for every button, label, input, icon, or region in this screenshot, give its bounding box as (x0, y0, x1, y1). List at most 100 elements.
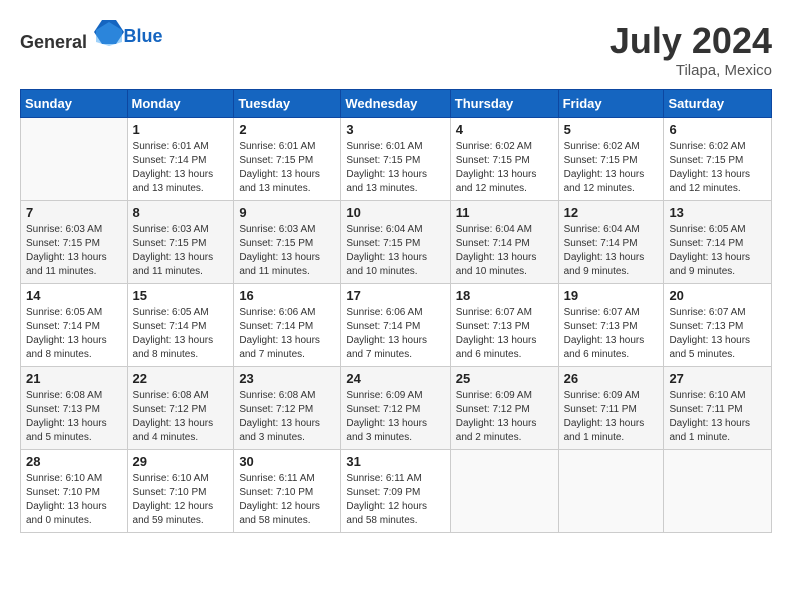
weekday-header-sunday: Sunday (21, 90, 128, 118)
calendar-week-row: 28 Sunrise: 6:10 AM Sunset: 7:10 PM Dayli… (21, 450, 772, 533)
day-info: Sunrise: 6:01 AM Sunset: 7:15 PM Dayligh… (346, 140, 444, 196)
day-info: Sunrise: 6:05 AM Sunset: 7:14 PM Dayligh… (133, 306, 229, 362)
day-info: Sunrise: 6:03 AM Sunset: 7:15 PM Dayligh… (239, 223, 335, 279)
calendar-cell: 9 Sunrise: 6:03 AM Sunset: 7:15 PM Daylig… (234, 201, 341, 284)
calendar-cell: 31 Sunrise: 6:11 AM Sunset: 7:09 PM Dayli… (341, 450, 450, 533)
calendar-cell: 16Sunrise: 6:06 AM Sunset: 7:14 PM Dayli… (234, 284, 341, 367)
title-block: July 2024 Tilapa, Mexico (610, 20, 772, 79)
day-number: 20 (669, 288, 766, 303)
day-number: 21 (26, 371, 122, 386)
calendar-cell: 14Sunrise: 6:05 AM Sunset: 7:14 PM Dayli… (21, 284, 128, 367)
calendar-cell: 25 Sunrise: 6:09 AM Sunset: 7:12 PM Dayli… (450, 367, 558, 450)
calendar-week-row: 1 Sunrise: 6:01 AM Sunset: 7:14 PM Daylig… (21, 118, 772, 201)
calendar-week-row: 14 Sunrise: 6:05 AM Sunset: 7:14 PM Dayli… (21, 284, 772, 367)
weekday-header-row: SundayMondayTuesdayWednesdayThursdayFrid… (21, 90, 772, 118)
day-number: 5 (564, 122, 659, 137)
day-number: 9 (239, 205, 335, 220)
logo-blue: Blue (124, 26, 163, 47)
day-info: Sunrise: 6:03 AM Sunset: 7:15 PM Dayligh… (133, 223, 229, 279)
calendar-cell (450, 450, 558, 533)
day-info: Sunrise: 6:10 AM Sunset: 7:11 PM Dayligh… (669, 389, 766, 445)
calendar-cell: 8 Sunrise: 6:03 AM Sunset: 7:15 PM Daylig… (127, 201, 234, 284)
day-number: 30 (239, 454, 335, 469)
day-number: 3 (346, 122, 444, 137)
day-info: Sunrise: 6:10 AM Sunset: 7:10 PM Dayligh… (133, 472, 229, 528)
weekday-header-thursday: Thursday (450, 90, 558, 118)
logo-general: General (20, 32, 87, 52)
day-number: 17 (346, 288, 444, 303)
day-number: 12 (564, 205, 659, 220)
calendar-cell: 29Sunrise: 6:10 AM Sunset: 7:10 PM Dayli… (127, 450, 234, 533)
day-info: Sunrise: 6:08 AM Sunset: 7:12 PM Dayligh… (133, 389, 229, 445)
day-number: 11 (456, 205, 553, 220)
day-number: 14 (26, 288, 122, 303)
calendar-cell: 11 Sunrise: 6:04 AM Sunset: 7:14 PM Dayli… (450, 201, 558, 284)
calendar-cell: 15 Sunrise: 6:05 AM Sunset: 7:14 PM Dayli… (127, 284, 234, 367)
calendar-week-row: 7Sunrise: 6:03 AM Sunset: 7:15 PM Daylig… (21, 201, 772, 284)
day-number: 18 (456, 288, 553, 303)
day-number: 16 (239, 288, 335, 303)
weekday-header-wednesday: Wednesday (341, 90, 450, 118)
day-info: Sunrise: 6:02 AM Sunset: 7:15 PM Dayligh… (564, 140, 659, 196)
day-number: 19 (564, 288, 659, 303)
weekday-header-tuesday: Tuesday (234, 90, 341, 118)
day-info: Sunrise: 6:04 AM Sunset: 7:14 PM Dayligh… (456, 223, 553, 279)
logo-icon (94, 20, 124, 48)
day-info: Sunrise: 6:07 AM Sunset: 7:13 PM Dayligh… (456, 306, 553, 362)
calendar-cell: 23Sunrise: 6:08 AM Sunset: 7:12 PM Dayli… (234, 367, 341, 450)
day-number: 25 (456, 371, 553, 386)
calendar-cell: 4 Sunrise: 6:02 AM Sunset: 7:15 PM Daylig… (450, 118, 558, 201)
day-number: 1 (133, 122, 229, 137)
day-info: Sunrise: 6:06 AM Sunset: 7:14 PM Dayligh… (346, 306, 444, 362)
calendar-table: SundayMondayTuesdayWednesdayThursdayFrid… (20, 89, 772, 533)
day-info: Sunrise: 6:04 AM Sunset: 7:14 PM Dayligh… (564, 223, 659, 279)
day-number: 10 (346, 205, 444, 220)
day-info: Sunrise: 6:01 AM Sunset: 7:15 PM Dayligh… (239, 140, 335, 196)
calendar-cell: 19 Sunrise: 6:07 AM Sunset: 7:13 PM Dayli… (558, 284, 664, 367)
calendar-cell: 27 Sunrise: 6:10 AM Sunset: 7:11 PM Dayli… (664, 367, 772, 450)
day-number: 4 (456, 122, 553, 137)
calendar-cell: 22Sunrise: 6:08 AM Sunset: 7:12 PM Dayli… (127, 367, 234, 450)
calendar-cell: 26Sunrise: 6:09 AM Sunset: 7:11 PM Dayli… (558, 367, 664, 450)
calendar-cell: 3 Sunrise: 6:01 AM Sunset: 7:15 PM Daylig… (341, 118, 450, 201)
calendar-cell: 5 Sunrise: 6:02 AM Sunset: 7:15 PM Daylig… (558, 118, 664, 201)
calendar-cell: 17 Sunrise: 6:06 AM Sunset: 7:14 PM Dayli… (341, 284, 450, 367)
day-info: Sunrise: 6:08 AM Sunset: 7:12 PM Dayligh… (239, 389, 335, 445)
day-number: 15 (133, 288, 229, 303)
day-info: Sunrise: 6:11 AM Sunset: 7:10 PM Dayligh… (239, 472, 335, 528)
calendar-week-row: 21 Sunrise: 6:08 AM Sunset: 7:13 PM Dayli… (21, 367, 772, 450)
day-info: Sunrise: 6:07 AM Sunset: 7:13 PM Dayligh… (564, 306, 659, 362)
day-info: Sunrise: 6:08 AM Sunset: 7:13 PM Dayligh… (26, 389, 122, 445)
calendar-cell: 28 Sunrise: 6:10 AM Sunset: 7:10 PM Dayli… (21, 450, 128, 533)
day-number: 13 (669, 205, 766, 220)
day-info: Sunrise: 6:11 AM Sunset: 7:09 PM Dayligh… (346, 472, 444, 528)
day-number: 27 (669, 371, 766, 386)
day-number: 24 (346, 371, 444, 386)
day-info: Sunrise: 6:09 AM Sunset: 7:12 PM Dayligh… (346, 389, 444, 445)
calendar-cell (558, 450, 664, 533)
calendar-cell: 24 Sunrise: 6:09 AM Sunset: 7:12 PM Dayli… (341, 367, 450, 450)
month-year: July 2024 (610, 20, 772, 62)
page-header: General Blue July 2024 Tilapa, Mexico (20, 20, 772, 79)
weekday-header-friday: Friday (558, 90, 664, 118)
day-info: Sunrise: 6:09 AM Sunset: 7:12 PM Dayligh… (456, 389, 553, 445)
calendar-cell: 18 Sunrise: 6:07 AM Sunset: 7:13 PM Dayli… (450, 284, 558, 367)
day-info: Sunrise: 6:02 AM Sunset: 7:15 PM Dayligh… (669, 140, 766, 196)
day-info: Sunrise: 6:07 AM Sunset: 7:13 PM Dayligh… (669, 306, 766, 362)
calendar-cell: 20 Sunrise: 6:07 AM Sunset: 7:13 PM Dayli… (664, 284, 772, 367)
day-info: Sunrise: 6:05 AM Sunset: 7:14 PM Dayligh… (669, 223, 766, 279)
day-info: Sunrise: 6:04 AM Sunset: 7:15 PM Dayligh… (346, 223, 444, 279)
calendar-cell: 21 Sunrise: 6:08 AM Sunset: 7:13 PM Dayli… (21, 367, 128, 450)
location: Tilapa, Mexico (610, 62, 772, 79)
day-info: Sunrise: 6:01 AM Sunset: 7:14 PM Dayligh… (133, 140, 229, 196)
calendar-cell: 1 Sunrise: 6:01 AM Sunset: 7:14 PM Daylig… (127, 118, 234, 201)
day-number: 28 (26, 454, 122, 469)
calendar-cell: 10 Sunrise: 6:04 AM Sunset: 7:15 PM Dayli… (341, 201, 450, 284)
day-number: 31 (346, 454, 444, 469)
day-info: Sunrise: 6:02 AM Sunset: 7:15 PM Dayligh… (456, 140, 553, 196)
day-number: 8 (133, 205, 229, 220)
calendar-cell (664, 450, 772, 533)
calendar-cell: 13 Sunrise: 6:05 AM Sunset: 7:14 PM Dayli… (664, 201, 772, 284)
weekday-header-saturday: Saturday (664, 90, 772, 118)
day-info: Sunrise: 6:10 AM Sunset: 7:10 PM Dayligh… (26, 472, 122, 528)
